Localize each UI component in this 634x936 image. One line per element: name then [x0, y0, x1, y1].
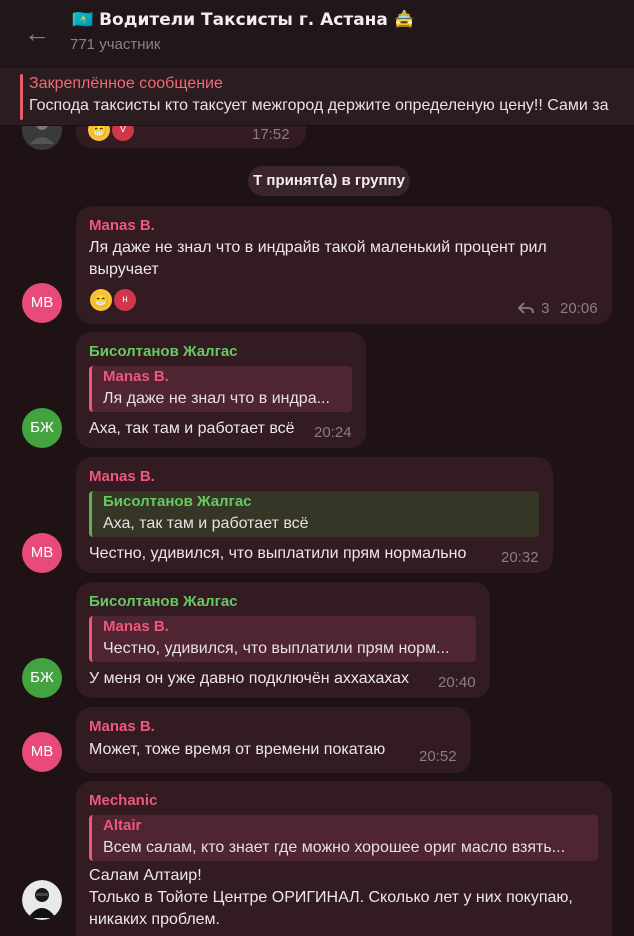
message-bubble[interactable]: 😁 V 17:52	[76, 126, 306, 148]
avatar[interactable]: MB	[22, 533, 62, 573]
message-bubble[interactable]: Бисолтанов Жалгас Manas B. Честно, удиви…	[76, 582, 490, 698]
avatar[interactable]	[22, 126, 62, 150]
message-text: Аха, так там и работает всё	[89, 420, 295, 437]
grin-emoji-icon[interactable]: 😁	[88, 126, 110, 141]
avatar[interactable]: БЖ	[22, 408, 62, 448]
message-bubble[interactable]: Mechanic Altair Всем салам, кто знает гд…	[76, 781, 612, 936]
sender-name[interactable]: Manas B.	[89, 217, 155, 234]
sender-name[interactable]: Manas B.	[89, 718, 155, 735]
reaction-bar[interactable]: 😁 V	[88, 126, 134, 141]
reply-text: Всем салам, кто знает где можно хорошее …	[103, 839, 566, 856]
message-time: 20:40	[438, 674, 476, 691]
service-message: Т принят(а) в группу	[248, 166, 410, 196]
pinned-accent-bar	[20, 74, 23, 120]
message-text: Может, тоже время от времени покатаю	[89, 741, 386, 758]
message-text-line: Ля даже не знал что в индрайв такой мале…	[89, 239, 547, 256]
pinned-title: Закреплённое сообщение	[29, 75, 223, 92]
reactor-avatar: V	[112, 126, 134, 141]
reactor-avatar: н	[114, 289, 136, 311]
message-text-line: выручает	[89, 261, 159, 278]
message-text-line: Только в Тойоте Центре ОРИГИНАЛ. Сколько…	[89, 889, 573, 906]
sender-name[interactable]: Бисолтанов Жалгас	[89, 343, 238, 360]
back-arrow-icon[interactable]: ←	[24, 18, 54, 48]
message-text: Честно, удивился, что выплатили прям нор…	[89, 545, 467, 562]
message-text-line: никаких проблем.	[89, 911, 220, 928]
pinned-message-bar[interactable]: Закреплённое сообщение Господа таксисты …	[0, 68, 634, 126]
message-time: 20:06	[560, 300, 598, 317]
message-time: 20:52	[419, 748, 457, 765]
reply-quote[interactable]: Manas B. Ля даже не знал что в индра...	[89, 366, 352, 412]
message-bubble[interactable]: Manas B. Может, тоже время от времени по…	[76, 707, 471, 773]
avatar[interactable]: БЖ	[22, 658, 62, 698]
pinned-text: Господа таксисты кто таксует межгород де…	[29, 97, 609, 114]
avatar[interactable]: MB	[22, 283, 62, 323]
message-bubble[interactable]: Manas B. Бисолтанов Жалгас Аха, так там …	[76, 457, 553, 573]
chat-header: ← 🇰🇿 Водители Таксисты г. Астана 🚖 771 у…	[0, 0, 634, 68]
message-list[interactable]: 😁 V 17:52 Т принят(а) в группу MB Manas B…	[0, 126, 634, 936]
reply-sender: Бисолтанов Жалгас	[103, 493, 252, 510]
message-bubble[interactable]: Бисолтанов Жалгас Manas B. Ля даже не зн…	[76, 332, 366, 448]
avatar[interactable]	[22, 880, 62, 920]
reply-icon	[517, 302, 534, 314]
message-text-line: Салам Алтаир!	[89, 867, 202, 884]
reply-text: Ля даже не знал что в индра...	[103, 390, 330, 407]
sender-name[interactable]: Manas B.	[89, 468, 155, 485]
sender-name[interactable]: Mechanic	[89, 792, 157, 809]
group-title[interactable]: 🇰🇿 Водители Таксисты г. Астана 🚖	[72, 10, 415, 30]
grin-emoji-icon[interactable]: 😁	[90, 289, 112, 311]
sender-name[interactable]: Бисолтанов Жалгас	[89, 593, 238, 610]
reaction-bar[interactable]: 😁 н	[90, 289, 136, 311]
message-time: 20:24	[314, 424, 352, 441]
message-bubble[interactable]: Manas B. Ля даже не знал что в индрайв т…	[76, 206, 612, 324]
message-text: У меня он уже давно подключён аххахахах	[89, 670, 410, 687]
message-time: 20:32	[501, 549, 539, 566]
reply-sender: Manas B.	[103, 618, 169, 635]
reply-quote[interactable]: Altair Всем салам, кто знает где можно х…	[89, 815, 598, 861]
avatar[interactable]: MB	[22, 732, 62, 772]
reply-sender: Altair	[103, 817, 142, 834]
reply-quote[interactable]: Manas B. Честно, удивился, что выплатили…	[89, 616, 476, 662]
reply-sender: Manas B.	[103, 368, 169, 385]
reply-text: Аха, так там и работает всё	[103, 515, 309, 532]
reply-text: Честно, удивился, что выплатили прям нор…	[103, 640, 450, 657]
message-time: 17:52	[252, 126, 290, 143]
member-count: 771 участник	[70, 36, 161, 53]
reply-quote[interactable]: Бисолтанов Жалгас Аха, так там и работае…	[89, 491, 539, 537]
replies-counter[interactable]: 3	[517, 300, 550, 317]
replies-count: 3	[541, 300, 550, 317]
